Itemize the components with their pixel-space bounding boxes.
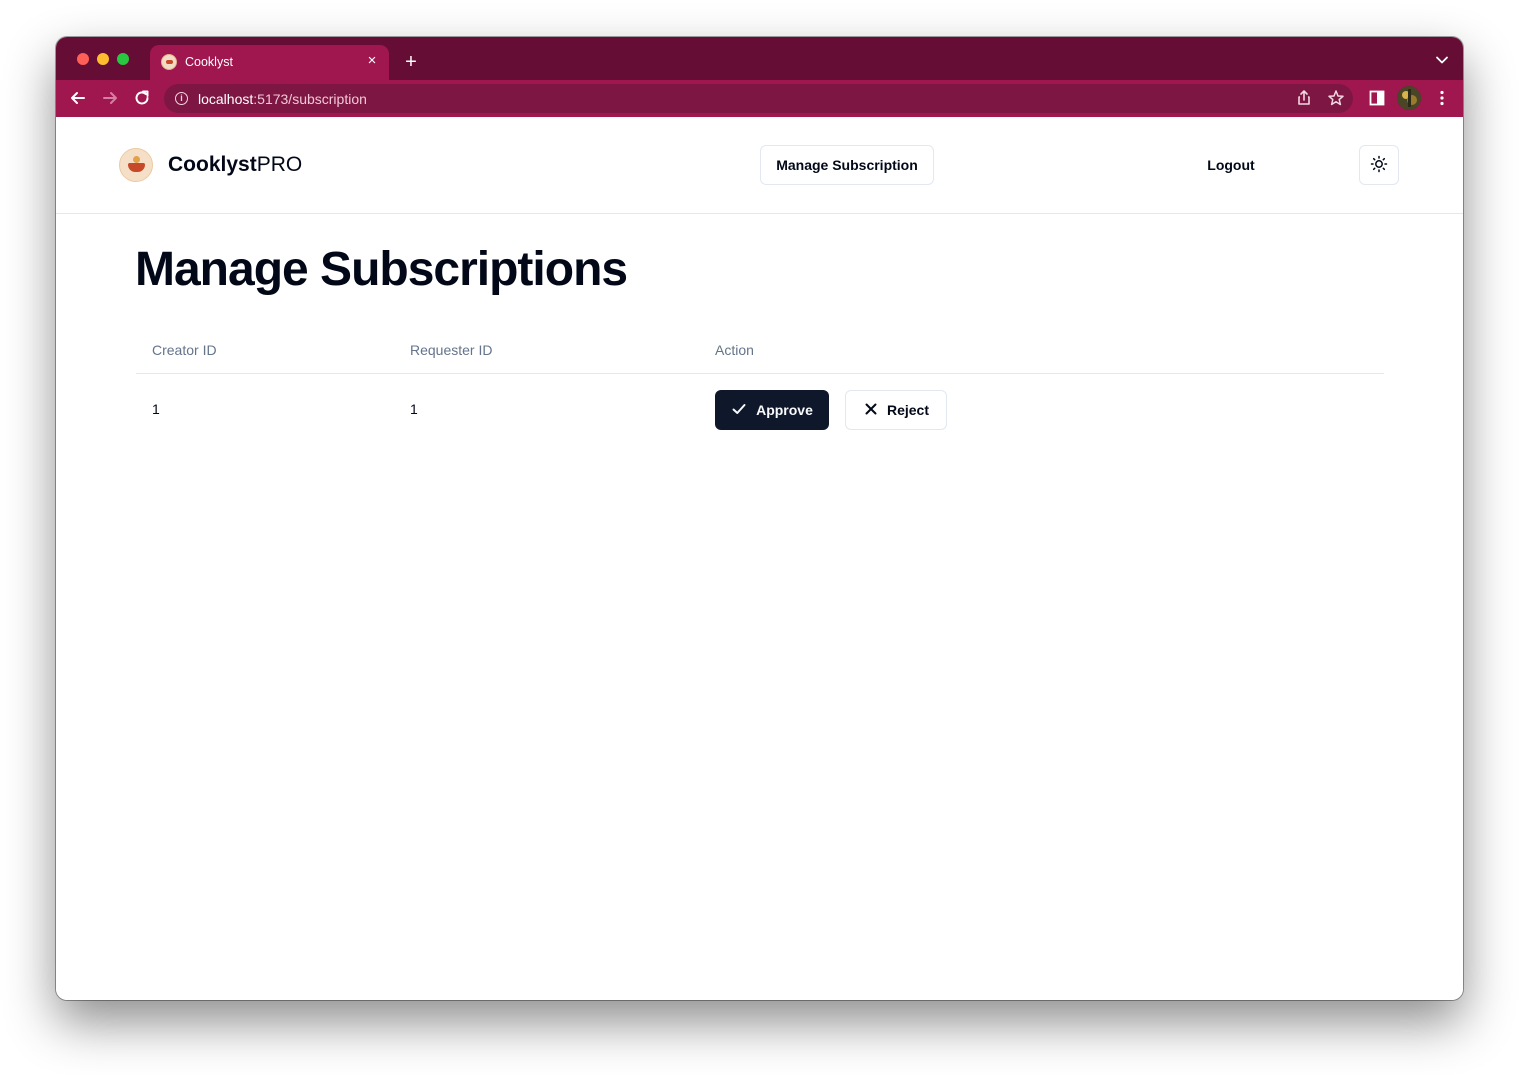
theme-toggle-button[interactable] [1359, 145, 1399, 185]
browser-window: Cooklyst × + i localhost:5173/subscripti… [56, 37, 1463, 1000]
new-tab-icon[interactable]: + [400, 51, 422, 73]
column-header-requester-id: Requester ID [410, 342, 493, 358]
tab-title: Cooklyst [185, 55, 233, 69]
tab-strip: Cooklyst × + [56, 37, 1463, 80]
reload-icon[interactable] [132, 88, 152, 108]
cooklyst-logo[interactable] [119, 148, 153, 182]
brand-name[interactable]: CooklystPRO [168, 153, 302, 177]
table-row: 1 1 Approve Reject [136, 374, 1384, 446]
manage-subscription-button[interactable]: Manage Subscription [760, 145, 934, 185]
url-text[interactable]: localhost:5173/subscription [198, 91, 367, 107]
approve-button[interactable]: Approve [715, 390, 829, 430]
desktop: Cooklyst × + i localhost:5173/subscripti… [0, 0, 1519, 1075]
column-header-action: Action [715, 342, 754, 358]
brand-light: PRO [256, 153, 303, 176]
page-title: Manage Subscriptions [135, 243, 628, 296]
bookmark-star-icon[interactable] [1327, 89, 1347, 109]
approve-label: Approve [756, 402, 813, 418]
x-icon [863, 401, 879, 420]
forward-arrow-icon[interactable] [100, 88, 120, 108]
browser-menu-icon[interactable] [1432, 88, 1452, 108]
browser-toolbar: i localhost:5173/subscription [56, 80, 1463, 117]
reject-button[interactable]: Reject [845, 390, 947, 430]
brand-strong: Cooklyst [168, 153, 257, 176]
close-window-button[interactable] [77, 53, 89, 65]
tab-cooklyst[interactable]: Cooklyst × [150, 45, 389, 80]
minimize-window-button[interactable] [97, 53, 109, 65]
share-icon[interactable] [1295, 89, 1315, 109]
creator-id-cell: 1 [152, 401, 160, 417]
navbar: CooklystPRO Manage Subscription Logout [56, 117, 1463, 214]
page: CooklystPRO Manage Subscription Logout M… [56, 117, 1463, 1000]
side-panel-icon[interactable] [1367, 88, 1387, 108]
reject-label: Reject [886, 402, 930, 418]
profile-avatar[interactable] [1397, 86, 1421, 110]
url-path: :5173/subscription [253, 91, 367, 107]
column-header-creator-id: Creator ID [152, 342, 217, 358]
site-info-icon[interactable]: i [175, 92, 188, 105]
maximize-window-button[interactable] [117, 53, 129, 65]
tab-search-chevron-icon[interactable] [1435, 53, 1449, 67]
table-header: Creator ID Requester ID Action [136, 328, 1384, 374]
subscriptions-table: Creator ID Requester ID Action 1 1 Appro… [136, 328, 1384, 446]
address-bar[interactable]: i localhost:5173/subscription [164, 84, 1353, 113]
requester-id-cell: 1 [410, 401, 418, 417]
sun-icon [1370, 155, 1388, 176]
url-host: localhost [198, 91, 254, 107]
back-arrow-icon[interactable] [68, 88, 88, 108]
close-tab-icon[interactable]: × [364, 53, 380, 69]
check-icon [731, 401, 747, 420]
logout-button[interactable]: Logout [1185, 145, 1277, 185]
favicon-icon [161, 54, 177, 70]
